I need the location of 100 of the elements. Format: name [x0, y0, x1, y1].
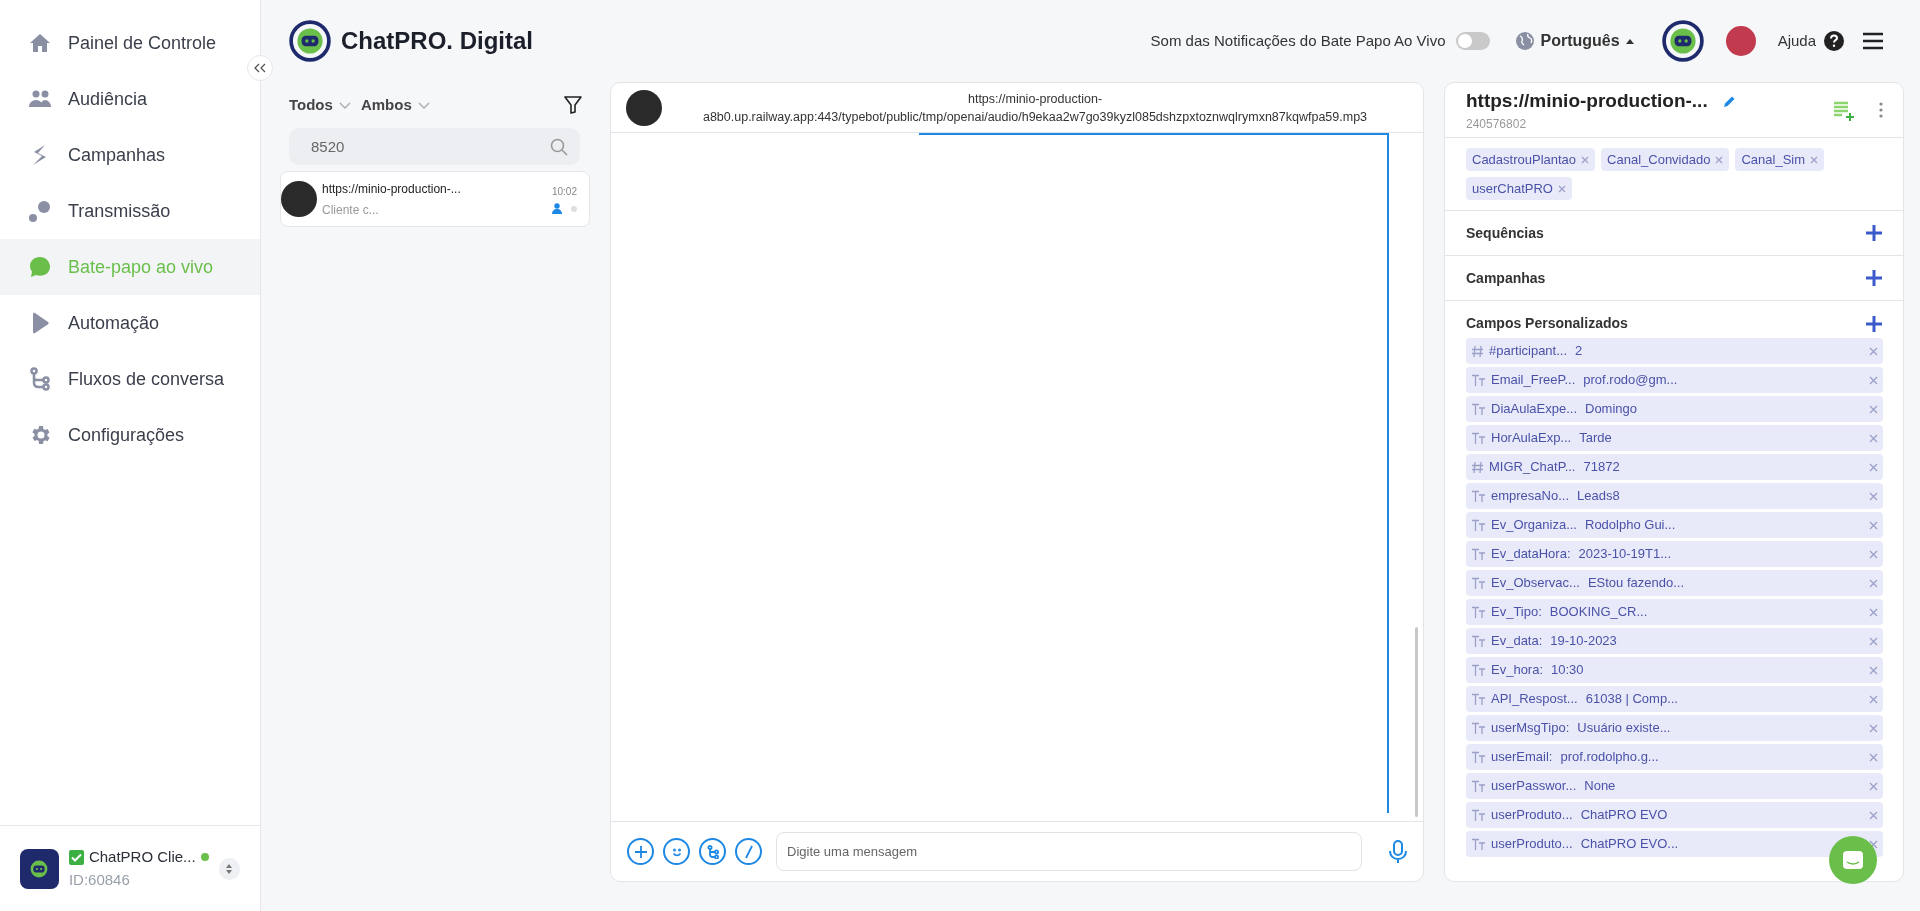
remove-icon[interactable]	[1869, 549, 1878, 559]
nav-item[interactable]: Painel de Controle	[0, 15, 260, 71]
add-button[interactable]	[627, 838, 654, 865]
menu-icon[interactable]	[1862, 32, 1884, 50]
custom-field[interactable]: Ev_dataHora: 2023-10-19T1...	[1466, 541, 1883, 567]
nav-item[interactable]: Fluxos de conversa	[0, 351, 260, 407]
help-label[interactable]: Ajuda	[1777, 29, 1816, 53]
custom-field[interactable]: userEmail: prof.rodolpho.g...	[1466, 744, 1883, 770]
remove-icon[interactable]	[1869, 462, 1878, 472]
remove-icon[interactable]	[1869, 723, 1878, 733]
search-field[interactable]: 8520	[289, 128, 580, 165]
remove-icon[interactable]	[1869, 607, 1878, 617]
custom-field[interactable]: API_Respost... 61038 | Comp...	[1466, 686, 1883, 712]
filter-icon[interactable]	[564, 96, 582, 114]
remove-icon[interactable]	[1869, 636, 1878, 646]
field-value: prof.rodo@gm...	[1583, 371, 1678, 390]
custom-field[interactable]: Ev_Observac... EStou fazendo...	[1466, 570, 1883, 596]
custom-field[interactable]: Ev_Organiza... Rodolpho Gui...	[1466, 512, 1883, 538]
field-value: None	[1584, 777, 1616, 796]
custom-field[interactable]: userPasswor... None	[1466, 773, 1883, 799]
remove-icon[interactable]	[1869, 694, 1878, 704]
text-type-icon	[1471, 837, 1486, 851]
nav-item[interactable]: Transmissão	[0, 183, 260, 239]
remove-icon[interactable]	[1869, 578, 1878, 588]
custom-field[interactable]: Email_FreeP... prof.rodo@gm...	[1466, 367, 1883, 393]
nav-item[interactable]: Audiência	[0, 71, 260, 127]
filter-dropdown[interactable]: Todos	[289, 93, 351, 117]
remove-icon[interactable]	[1581, 155, 1590, 164]
remove-icon[interactable]	[1715, 155, 1724, 164]
text-type-icon	[1471, 750, 1486, 764]
remove-icon[interactable]	[1810, 155, 1819, 164]
add-icon[interactable]	[1865, 269, 1883, 287]
pencil-icon[interactable]	[1722, 94, 1736, 108]
custom-field[interactable]: userProduto... ChatPRO EVO...	[1466, 831, 1883, 857]
dots-icon	[28, 199, 52, 223]
remove-icon[interactable]	[1869, 752, 1878, 762]
emoji-button[interactable]	[663, 838, 690, 865]
remove-icon[interactable]	[1869, 404, 1878, 414]
field-value: EStou fazendo...	[1587, 574, 1684, 593]
language-selector[interactable]: Português	[1514, 29, 1634, 53]
custom-field[interactable]: Ev_hora: 10:30	[1466, 657, 1883, 683]
custom-field[interactable]: userProduto... ChatPRO EVO	[1466, 802, 1883, 828]
custom-field[interactable]: empresaNo... Leads8	[1466, 483, 1883, 509]
remove-icon[interactable]	[1869, 491, 1878, 501]
collapse-button[interactable]	[247, 55, 273, 81]
tag[interactable]: userChatPRO	[1466, 177, 1572, 200]
custom-field[interactable]: MIGR_ChatP... 71872	[1466, 454, 1883, 480]
field-value: Tarde	[1579, 429, 1612, 448]
field-value: prof.rodolpho.g...	[1560, 748, 1659, 767]
tag[interactable]: CadastrouPlantao	[1466, 148, 1596, 171]
chat-bubble-icon	[28, 255, 52, 279]
field-key: Ev_Observac...	[1491, 573, 1588, 593]
custom-field[interactable]: Ev_data: 19-10-2023	[1466, 628, 1883, 654]
nav-item[interactable]: Configurações	[0, 407, 260, 463]
field-value: ChatPRO EVO...	[1580, 835, 1679, 854]
custom-field[interactable]: userMsgTipo: Usuário existe...	[1466, 715, 1883, 741]
custom-field[interactable]: HorAulaExp... Tarde	[1466, 425, 1883, 451]
user-avatar[interactable]	[1725, 26, 1756, 56]
account-switcher-button[interactable]	[218, 857, 240, 880]
search-icon	[550, 137, 568, 156]
chevron-down-icon	[338, 101, 351, 109]
custom-field[interactable]: Ev_Tipo: BOOKING_CR...	[1466, 599, 1883, 625]
checkbox-icon	[68, 849, 84, 865]
notification-toggle[interactable]	[1455, 32, 1490, 50]
remove-icon[interactable]	[1869, 375, 1878, 385]
remove-icon[interactable]	[1869, 665, 1878, 675]
add-icon[interactable]	[1865, 314, 1883, 333]
shortcut-button[interactable]	[735, 838, 762, 865]
chat-list-item[interactable]: https://minio-production-... Cliente c... 10:02	[280, 171, 590, 227]
flow-button[interactable]	[699, 838, 726, 865]
filter-dropdown[interactable]: Ambos	[360, 93, 430, 117]
custom-field[interactable]: DiaAulaExpe... Domingo	[1466, 396, 1883, 422]
message-input[interactable]: Digite uma mensagem	[776, 832, 1362, 871]
field-value: ChatPRO EVO	[1580, 806, 1668, 825]
text-type-icon	[1471, 547, 1486, 561]
remove-icon[interactable]	[1869, 346, 1878, 356]
field-key: HorAulaExp...	[1491, 428, 1580, 448]
remove-icon[interactable]	[1869, 520, 1878, 530]
remove-icon[interactable]	[1557, 184, 1566, 193]
section-title: Campos Personalizados	[1466, 314, 1628, 333]
nav-item[interactable]: Automação	[0, 295, 260, 351]
remove-icon[interactable]	[1869, 810, 1878, 820]
remove-icon[interactable]	[1869, 781, 1878, 791]
notification-sound-label: Som das Notificações do Bate Papo Ao Vivo	[1150, 30, 1446, 51]
chat-preview: Cliente c...	[322, 201, 380, 219]
nav-item[interactable]: Campanhas	[0, 127, 260, 183]
remove-icon[interactable]	[1869, 433, 1878, 443]
scrollbar-thumb[interactable]	[1415, 627, 1418, 817]
contact-avatar	[281, 181, 317, 217]
field-value: 19-10-2023	[1550, 632, 1617, 651]
custom-field[interactable]: #participant... 2	[1466, 338, 1883, 364]
more-options-icon[interactable]	[1879, 102, 1883, 118]
microphone-icon[interactable]	[1389, 839, 1407, 864]
help-icon[interactable]	[1824, 31, 1844, 51]
field-value: Usuário existe...	[1577, 719, 1671, 738]
bot-avatar-icon	[1661, 20, 1704, 62]
text-type-icon	[1471, 808, 1486, 822]
tag[interactable]: Canal_Sim	[1735, 148, 1825, 171]
tag[interactable]: Canal_Convidado	[1601, 148, 1730, 171]
add-icon[interactable]	[1865, 224, 1883, 242]
